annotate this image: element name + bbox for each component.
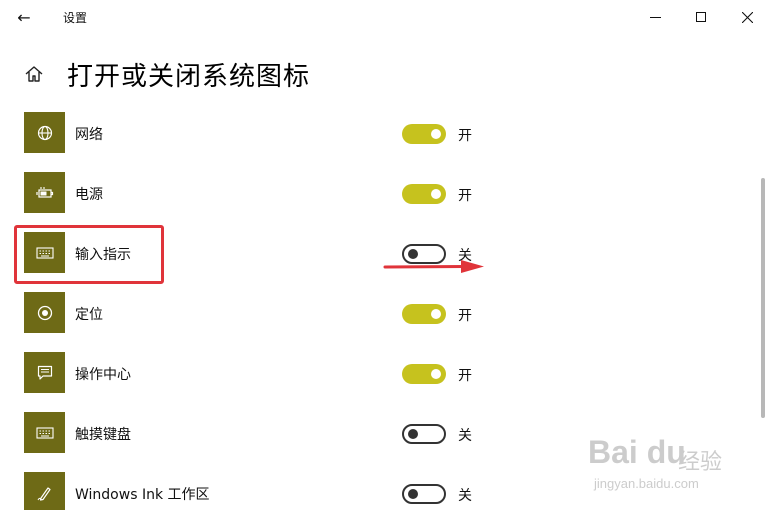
watermark-logo: Bai du — [588, 434, 686, 470]
row-label: 操作中心 — [75, 367, 131, 383]
battery-icon — [24, 172, 65, 213]
home-icon[interactable] — [24, 64, 44, 84]
toggle-switch[interactable] — [402, 484, 446, 504]
toggle-switch[interactable] — [402, 184, 446, 204]
scrollbar-thumb[interactable] — [761, 178, 765, 418]
watermark-url: jingyan.baidu.com — [594, 476, 699, 491]
toggle-switch[interactable] — [402, 424, 446, 444]
action-center-icon — [24, 352, 65, 393]
toggle-state: 开 — [458, 128, 472, 144]
annotation-highlight-box — [14, 225, 164, 284]
row-label: 触摸键盘 — [75, 427, 131, 443]
toggle-state: 关 — [458, 488, 472, 504]
list-item: 操作中心 开 — [0, 343, 760, 403]
watermark-text: 经验 — [678, 450, 723, 475]
toggle-state: 开 — [458, 368, 472, 384]
back-arrow-icon: ← — [17, 7, 31, 27]
globe-icon — [24, 112, 65, 153]
close-button[interactable] — [724, 0, 770, 34]
list-item: 电源 开 — [0, 163, 760, 223]
row-label: Windows Ink 工作区 — [75, 487, 210, 503]
toggle-state: 开 — [458, 188, 472, 204]
row-label: 定位 — [75, 307, 103, 323]
list-item: 网络 开 — [0, 103, 760, 163]
toggle-switch[interactable] — [402, 304, 446, 324]
toggle-switch[interactable] — [402, 124, 446, 144]
back-button[interactable]: ← — [12, 6, 36, 28]
minimize-button[interactable] — [632, 0, 678, 34]
minimize-icon — [649, 16, 661, 18]
row-label: 电源 — [75, 187, 103, 203]
close-icon — [741, 11, 753, 23]
title-bar: ← 设置 — [0, 0, 771, 34]
touch-keyboard-icon — [24, 412, 65, 453]
maximize-button[interactable] — [678, 0, 724, 34]
page-title: 打开或关闭系统图标 — [67, 62, 311, 92]
toggle-state: 开 — [458, 308, 472, 324]
list-item: 定位 开 — [0, 283, 760, 343]
location-icon — [24, 292, 65, 333]
watermark: Bai du 经验 jingyan.baidu.com — [588, 420, 738, 500]
toggle-switch[interactable] — [402, 364, 446, 384]
toggle-state: 关 — [458, 428, 472, 444]
pen-icon — [24, 472, 65, 510]
annotation-arrow-icon — [383, 260, 484, 273]
row-label: 网络 — [75, 127, 103, 143]
maximize-icon — [696, 12, 706, 22]
window-title: 设置 — [63, 11, 88, 25]
